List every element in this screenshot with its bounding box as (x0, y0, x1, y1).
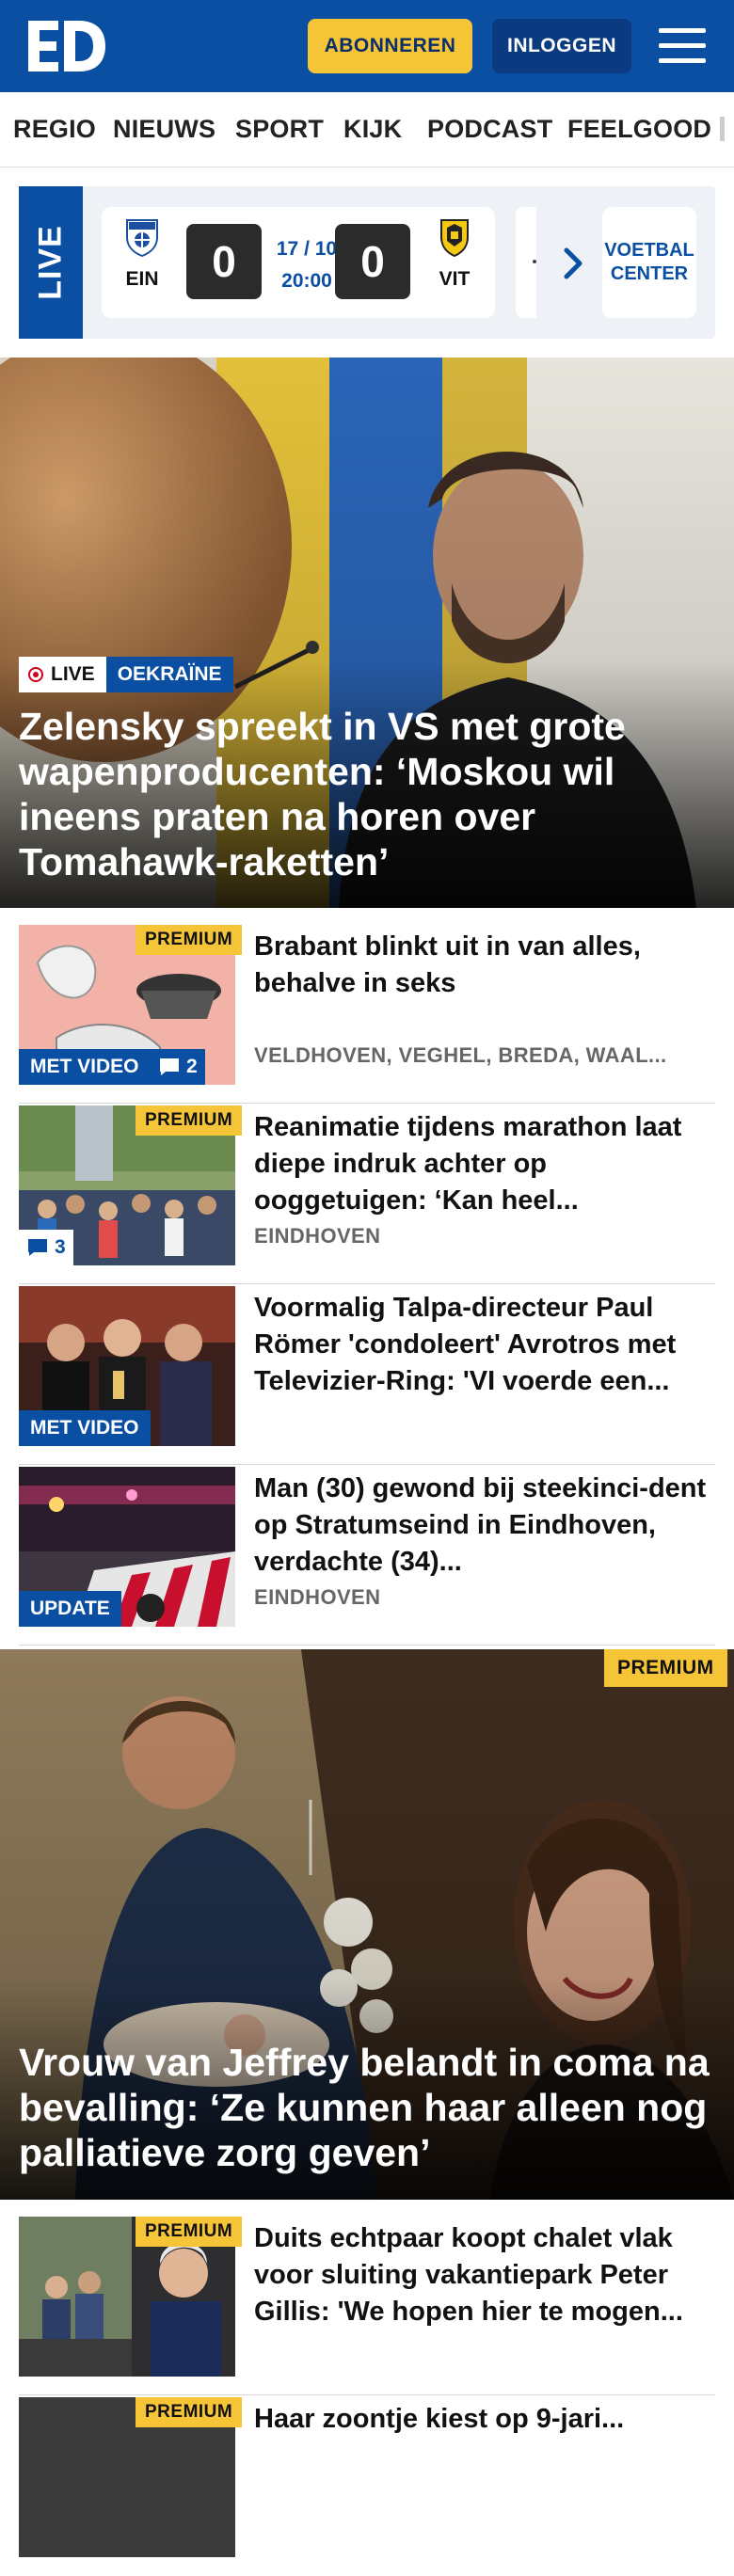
away-team: VIT (422, 216, 487, 291)
chevron-right-icon[interactable] (559, 245, 587, 282)
login-button[interactable]: INLOGGEN (492, 19, 631, 73)
video-badge: MET VIDEO (19, 1410, 151, 1446)
hero-tags: LIVE OEKRAÏNE (19, 657, 233, 692)
ed-logo[interactable]: ED (26, 19, 107, 73)
comment-count[interactable]: 3 (19, 1230, 73, 1265)
update-badge: UPDATE (19, 1591, 121, 1627)
nav-item-podcast[interactable]: PODCAST (427, 115, 552, 144)
article-item[interactable]: PREMIUM 3 Reanimatie tijdens marathon la… (19, 1105, 715, 1284)
article-location: VELDHOVEN, VEGHEL, BREDA, WAAL... (254, 1043, 667, 1067)
nav-item-kijk[interactable]: KIJK (343, 115, 402, 144)
away-team-abbr: VIT (439, 268, 471, 290)
match-time: 20:00 (281, 270, 332, 292)
article-title[interactable]: Voormalig Talpa-directeur Paul Römer 'co… (254, 1290, 715, 1400)
article-title[interactable]: Duits echtpaar koopt chalet vlak voor sl… (254, 2220, 715, 2330)
psv-crest-icon (126, 219, 158, 258)
live-label-text: LIVE (32, 225, 69, 300)
article-item[interactable]: PREMIUM MET VIDEO 2 Brabant blinkt uit i… (19, 925, 715, 1104)
nav-item-sport[interactable]: SPORT (235, 115, 324, 144)
subscribe-button[interactable]: ABONNEREN (308, 19, 472, 73)
match-datetime: 17 / 10 20:00 (269, 233, 344, 297)
article-title[interactable]: Man (30) gewond bij steekinci-dent op St… (254, 1471, 715, 1581)
live-tag: LIVE (19, 657, 106, 692)
article-location: EINDHOVEN (254, 1224, 381, 1248)
home-team: EIN (109, 216, 175, 291)
article-item[interactable]: PREMIUM Haar zoontje kiest op 9-jari... (19, 2397, 715, 2576)
comment-count[interactable]: 2 (151, 1049, 205, 1085)
away-score: 0 (335, 224, 410, 299)
hero-headline[interactable]: Zelensky spreekt in VS met grote wapenpr… (19, 704, 696, 884)
premium-badge: PREMIUM (136, 1105, 243, 1136)
match-card[interactable]: EIN 0 17 / 10 20:00 0 VIT (102, 207, 495, 318)
article-item[interactable]: UPDATE Man (30) gewond bij steekinci-den… (19, 1467, 715, 1646)
live-dot-icon (28, 667, 43, 682)
nav-item-regio[interactable]: REGIO (13, 115, 96, 144)
nav-overflow-indicator (720, 117, 725, 141)
article-title[interactable]: Reanimatie tijdens marathon laat diepe i… (254, 1109, 715, 1219)
site-header: ED ABONNEREN INLOGGEN (0, 0, 734, 92)
comment-icon (160, 1058, 179, 1075)
match-date: 17 / 10 (276, 238, 338, 260)
nav-item-feelgood[interactable]: FEELGOOD (567, 115, 711, 144)
article-title[interactable]: Haar zoontje kiest op 9-jari... (254, 2401, 715, 2438)
premium-badge: PREMIUM (136, 2397, 243, 2427)
voetbal-center-line2: CENTER (610, 263, 689, 284)
article-item[interactable]: MET VIDEO Voormalig Talpa-directeur Paul… (19, 1286, 715, 1465)
hero2-headline[interactable]: Vrouw van Jeffrey belandt in coma na bev… (19, 2040, 715, 2175)
menu-icon[interactable] (659, 24, 708, 66)
section-tag[interactable]: OEKRAÏNE (105, 657, 233, 692)
live-tag-text: LIVE (51, 663, 95, 685)
voetbal-center-line1: VOETBAL (604, 240, 694, 261)
article-location: EINDHOVEN (254, 1585, 381, 1609)
premium-badge: PREMIUM (136, 2217, 243, 2247)
live-label: LIVE (19, 186, 83, 339)
premium-badge: PREMIUM (136, 925, 243, 955)
nav-item-nieuws[interactable]: NIEUWS (113, 115, 215, 144)
home-score: 0 (186, 224, 262, 299)
home-team-abbr: EIN (125, 268, 159, 290)
hero2-premium-badge: PREMIUM (604, 1649, 727, 1687)
voetbal-center-button[interactable]: VOETBAL CENTER (602, 207, 696, 318)
main-nav: REGIO NIEUWS SPORT KIJK PODCAST FEELGOOD (0, 92, 734, 167)
comment-count-text: 3 (55, 1236, 66, 1258)
comment-icon (28, 1239, 47, 1256)
vitesse-crest-icon (440, 219, 469, 258)
article-title[interactable]: Brabant blinkt uit in van alles, behalve… (254, 929, 715, 1002)
video-badge: MET VIDEO (19, 1049, 151, 1085)
comment-count-text: 2 (186, 1056, 198, 1077)
next-match-dot (533, 260, 536, 263)
article-item[interactable]: PREMIUM Duits echtpaar koopt chalet vlak… (19, 2217, 715, 2395)
